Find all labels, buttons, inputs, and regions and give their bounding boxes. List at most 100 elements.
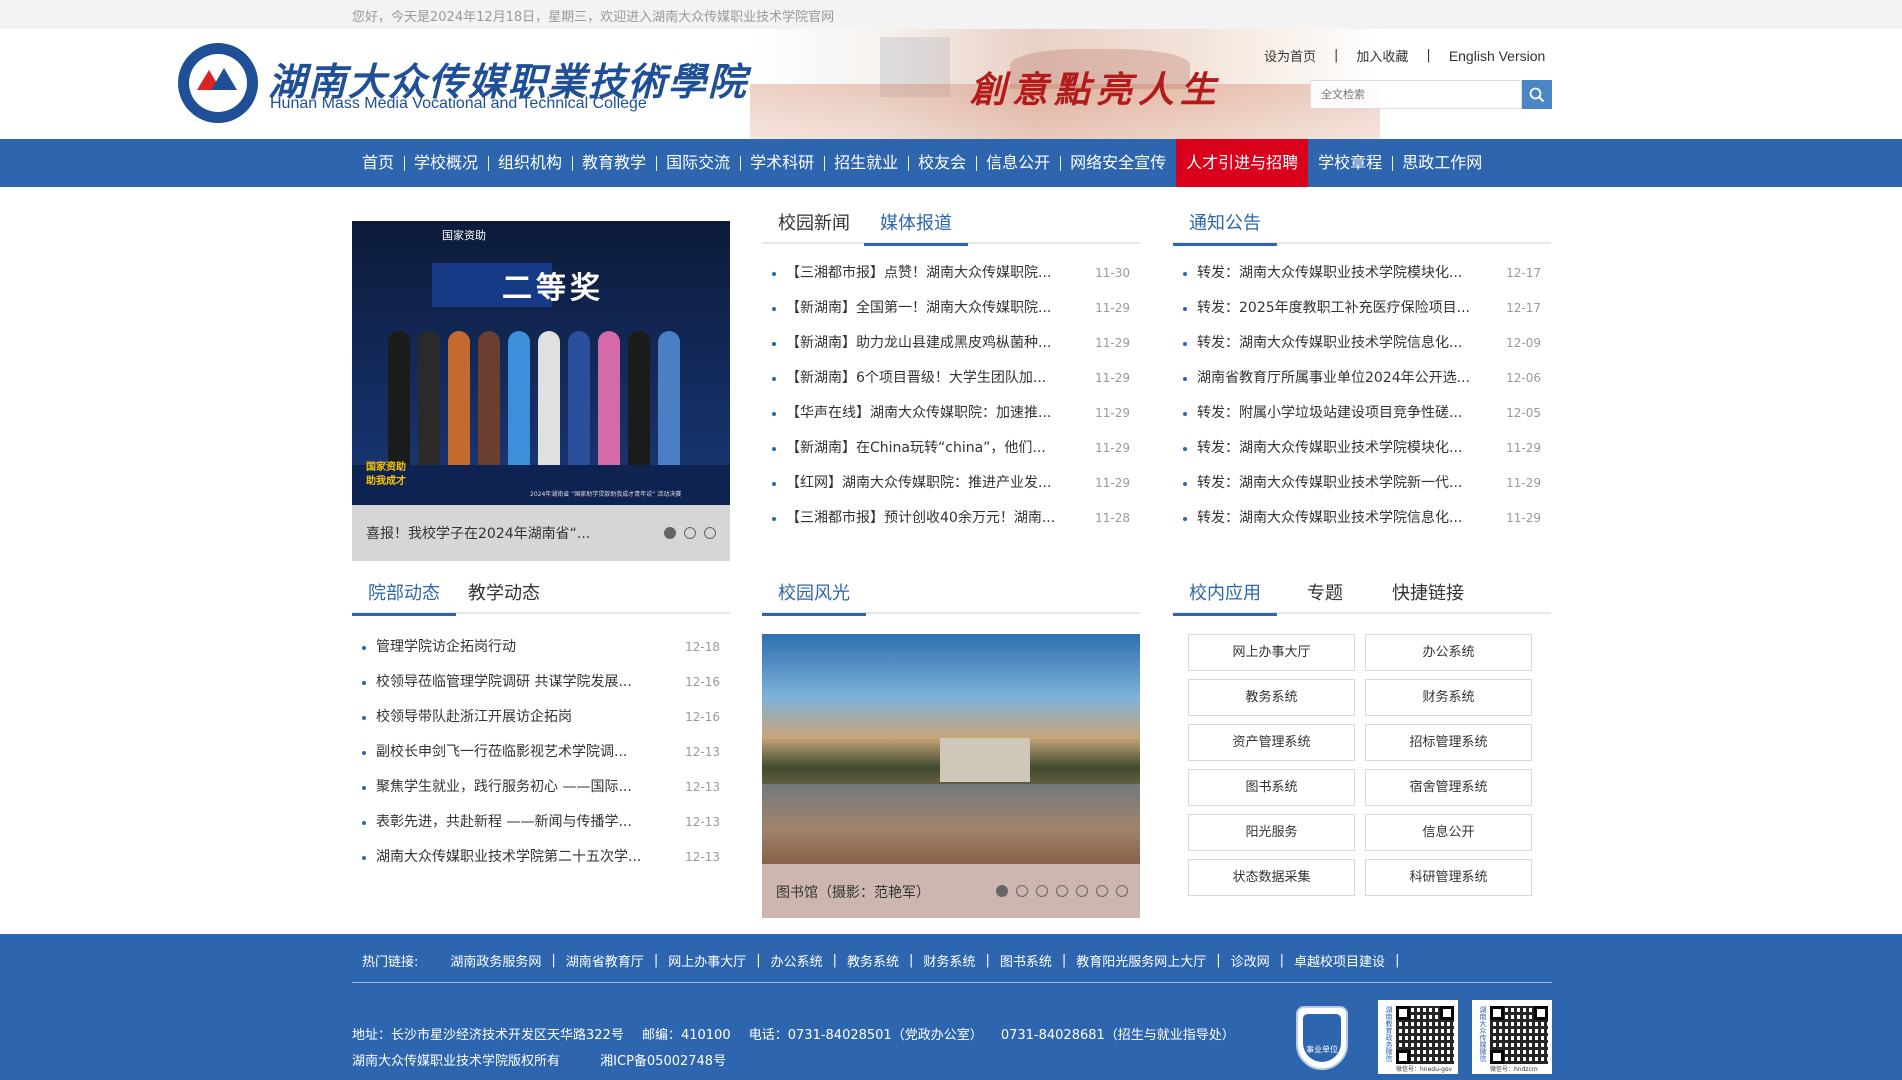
- list-item[interactable]: 【华声在线】湖南大众传媒职院：加速推... 11-29: [772, 396, 1130, 431]
- tab-campus-scenery[interactable]: 校园风光: [762, 580, 866, 616]
- tab-campus-news[interactable]: 校园新闻: [778, 210, 850, 244]
- media-news-list: 【三湘都市报】点赞！湖南大众传媒职院... 11-30 【新湖南】全国第一！湖南大…: [772, 256, 1130, 536]
- app-button[interactable]: 资产管理系统: [1188, 724, 1355, 761]
- list-item[interactable]: 【新湖南】6个项目晋级！大学生团队加... 11-29: [772, 361, 1130, 396]
- app-button[interactable]: 招标管理系统: [1365, 724, 1532, 761]
- app-button[interactable]: 教务系统: [1188, 679, 1355, 716]
- tab-teaching-news[interactable]: 教学动态: [468, 580, 540, 614]
- english-version-link[interactable]: English Version: [1449, 48, 1546, 64]
- list-item[interactable]: 管理学院访企拓岗行动 12-18: [362, 630, 720, 665]
- slideshow-caption[interactable]: 喜报！我校学子在2024年湖南省“...: [366, 523, 590, 543]
- news-slideshow[interactable]: 国家资助 二等奖 国家资助 助我成才 2024年湖南省 “国家助学贷款助我成才青…: [352, 221, 730, 561]
- slide-dot[interactable]: [1016, 885, 1028, 897]
- apps-tabs: 校内应用 专题 快捷链接: [1173, 580, 1551, 616]
- school-name-en[interactable]: Hunan Mass Media Vocational and Technica…: [270, 95, 647, 113]
- add-favorite-link[interactable]: 加入收藏: [1356, 46, 1408, 65]
- nav-item-about[interactable]: 学校概况: [404, 139, 488, 187]
- slide-dot[interactable]: [1116, 885, 1128, 897]
- nav-item-admission[interactable]: 招生就业: [824, 139, 908, 187]
- slide-dot[interactable]: [664, 527, 676, 539]
- tab-media-reports[interactable]: 媒体报道: [864, 210, 968, 246]
- app-button[interactable]: 办公系统: [1365, 634, 1532, 671]
- list-item[interactable]: 湖南大众传媒职业技术学院第二十五次学... 12-13: [362, 840, 720, 875]
- hot-link[interactable]: 湖南政务服务网: [450, 951, 541, 970]
- list-item[interactable]: 【三湘都市报】预计创收40余万元！湖南... 11-28: [772, 501, 1130, 536]
- list-item[interactable]: 【三湘都市报】点赞！湖南大众传媒职院... 11-30: [772, 256, 1130, 291]
- hot-link[interactable]: 湖南省教育厅: [566, 951, 644, 970]
- tab-campus-apps[interactable]: 校内应用: [1173, 580, 1277, 616]
- campus-slideshow[interactable]: 图书馆（摄影：范艳军）: [762, 634, 1140, 918]
- school-logo-icon[interactable]: [178, 43, 258, 123]
- list-item[interactable]: 聚焦学生就业，践行服务初心 ——国际... 12-13: [362, 770, 720, 805]
- list-item[interactable]: 转发：湖南大众传媒职业技术学院模块化... 12-17: [1183, 256, 1541, 291]
- tab-notices[interactable]: 通知公告: [1173, 210, 1277, 246]
- app-button[interactable]: 财务系统: [1365, 679, 1532, 716]
- hot-link[interactable]: 教育阳光服务网上大厅: [1076, 951, 1206, 970]
- nav-item-recruitment[interactable]: 人才引进与招聘: [1176, 139, 1309, 187]
- hot-link[interactable]: 图书系统: [1000, 951, 1052, 970]
- phone-office: 电话：0731-84028501（党政办公室）: [748, 1028, 983, 1043]
- slide-dot[interactable]: [1036, 885, 1048, 897]
- hot-link[interactable]: 诊改网: [1231, 951, 1270, 970]
- slide-dot[interactable]: [684, 527, 696, 539]
- list-item[interactable]: 【新湖南】全国第一！湖南大众传媒职院... 11-29: [772, 291, 1130, 326]
- campus-photo[interactable]: [762, 634, 1140, 864]
- nav-item-cybersecurity[interactable]: 网络安全宣传: [1060, 139, 1176, 187]
- slide-dot[interactable]: [1056, 885, 1068, 897]
- notice-tabs: 通知公告: [1173, 210, 1551, 246]
- app-button[interactable]: 网上办事大厅: [1188, 634, 1355, 671]
- tab-quick-links[interactable]: 快捷链接: [1392, 580, 1464, 614]
- hot-link[interactable]: 卓越校项目建设: [1294, 951, 1385, 970]
- slide-dot[interactable]: [1096, 885, 1108, 897]
- badge-text: 事业单位: [1303, 1014, 1341, 1062]
- separator: |: [1334, 48, 1339, 63]
- nav-item-charter[interactable]: 学校章程: [1308, 139, 1392, 187]
- nav-item-research[interactable]: 学术科研: [740, 139, 824, 187]
- app-button[interactable]: 图书系统: [1188, 769, 1355, 806]
- icp-number[interactable]: 湘ICP备05002748号: [600, 1054, 726, 1069]
- slide-dot[interactable]: [996, 885, 1008, 897]
- slide-dot[interactable]: [704, 527, 716, 539]
- nav-item-international[interactable]: 国际交流: [656, 139, 740, 187]
- list-item[interactable]: 湖南省教育厅所属事业单位2024年公开选... 12-06: [1183, 361, 1541, 396]
- list-item[interactable]: 【新湖南】在China玩转“china”，他们... 11-29: [772, 431, 1130, 466]
- hot-link[interactable]: 教务系统: [847, 951, 899, 970]
- list-item[interactable]: 转发：2025年度教职工补充医疗保险项目... 12-17: [1183, 291, 1541, 326]
- app-button[interactable]: 宿舍管理系统: [1365, 769, 1532, 806]
- list-item[interactable]: 表彰先进，共赴新程 ——新闻与传播学... 12-13: [362, 805, 720, 840]
- nav-item-home[interactable]: 首页: [352, 139, 404, 187]
- hot-link[interactable]: 财务系统: [923, 951, 975, 970]
- phone-admission: 0731-84028681（招生与就业指导处）: [1000, 1028, 1235, 1043]
- nav-item-organization[interactable]: 组织机构: [488, 139, 572, 187]
- nav-item-info-disclosure[interactable]: 信息公开: [976, 139, 1060, 187]
- nav-item-education[interactable]: 教育教学: [572, 139, 656, 187]
- slide-dot[interactable]: [1076, 885, 1088, 897]
- app-button[interactable]: 信息公开: [1365, 814, 1532, 851]
- list-item[interactable]: 【新湖南】助力龙山县建成黑皮鸡枞菌种... 11-29: [772, 326, 1130, 361]
- list-item[interactable]: 转发：湖南大众传媒职业技术学院信息化... 12-09: [1183, 326, 1541, 361]
- wechat-qr-code-hnedu: 湖南教育政务微信 微信号：hnedu-gov: [1378, 1000, 1458, 1074]
- list-item[interactable]: 转发：湖南大众传媒职业技术学院信息化... 11-29: [1183, 501, 1541, 536]
- nav-item-ideology[interactable]: 思政工作网: [1392, 139, 1492, 187]
- list-item[interactable]: 【红网】湖南大众传媒职院：推进产业发... 11-29: [772, 466, 1130, 501]
- search-button[interactable]: [1522, 80, 1552, 109]
- tab-dept-news[interactable]: 院部动态: [352, 580, 456, 616]
- public-institution-badge-icon[interactable]: 事业单位: [1296, 1006, 1348, 1070]
- list-item[interactable]: 副校长申剑飞一行莅临影视艺术学院调... 12-13: [362, 735, 720, 770]
- tab-topics[interactable]: 专题: [1307, 580, 1343, 614]
- app-button[interactable]: 状态数据采集: [1188, 859, 1355, 896]
- app-button[interactable]: 科研管理系统: [1365, 859, 1532, 896]
- slideshow-photo[interactable]: 国家资助 二等奖 国家资助 助我成才 2024年湖南省 “国家助学贷款助我成才青…: [352, 221, 730, 505]
- hot-link[interactable]: 网上办事大厅: [668, 951, 746, 970]
- list-item[interactable]: 校领导带队赴浙江开展访企拓岗 12-16: [362, 700, 720, 735]
- nav-item-alumni[interactable]: 校友会: [908, 139, 976, 187]
- campus-caption[interactable]: 图书馆（摄影：范艳军）: [776, 882, 930, 902]
- set-homepage-link[interactable]: 设为首页: [1264, 46, 1316, 65]
- hot-link[interactable]: 办公系统: [771, 951, 823, 970]
- list-item[interactable]: 转发：湖南大众传媒职业技术学院模块化... 11-29: [1183, 431, 1541, 466]
- list-item[interactable]: 转发：湖南大众传媒职业技术学院新一代... 11-29: [1183, 466, 1541, 501]
- list-item[interactable]: 转发：附属小学垃圾站建设项目竞争性磋... 12-05: [1183, 396, 1541, 431]
- app-button[interactable]: 阳光服务: [1188, 814, 1355, 851]
- list-item[interactable]: 校领导莅临管理学院调研 共谋学院发展... 12-16: [362, 665, 720, 700]
- search-input[interactable]: [1310, 80, 1522, 109]
